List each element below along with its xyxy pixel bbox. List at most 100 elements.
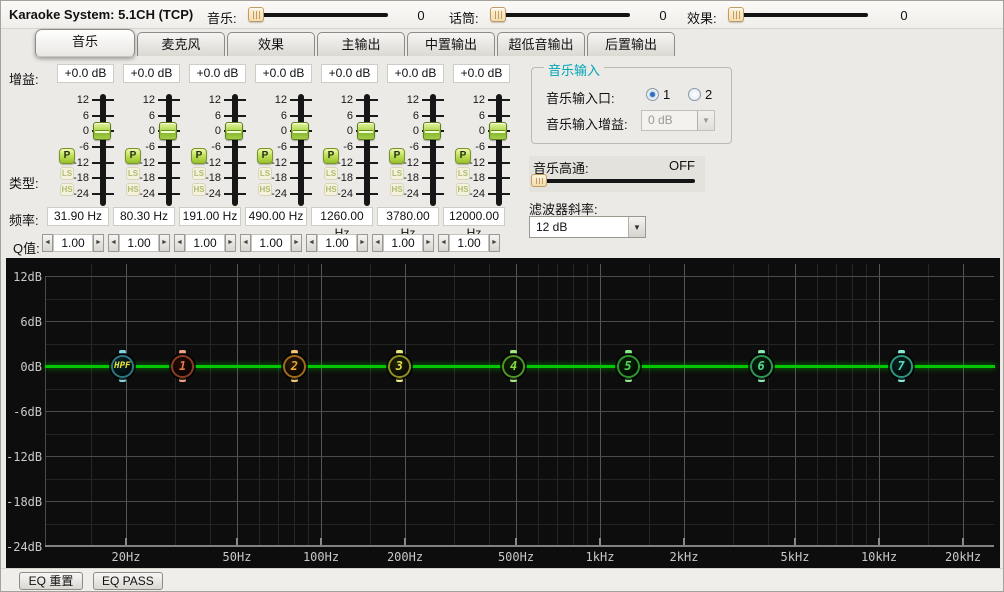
eq-point-6[interactable]: 6 [750, 355, 773, 378]
eq-point-3[interactable]: 3 [388, 355, 411, 378]
channel-2-gain-display[interactable]: +0.0 dB [123, 64, 180, 83]
eq-point-2-upper-handle[interactable] [291, 350, 298, 354]
highpass-slider-thumb[interactable] [531, 174, 547, 187]
channel-6-q-value[interactable]: 1.00 [383, 234, 423, 252]
channel-7-p-button[interactable]: P [455, 148, 471, 164]
channel-5-ls-button[interactable]: LS [324, 167, 338, 180]
channel-6-hs-button[interactable]: HS [390, 183, 404, 196]
eq-point-7[interactable]: 7 [890, 355, 913, 378]
topbar-effect-slider[interactable] [730, 13, 868, 17]
eq-point-2[interactable]: 2 [283, 355, 306, 378]
channel-5-fader-thumb[interactable] [357, 122, 375, 140]
tab-main-output[interactable]: 主输出 [317, 32, 405, 56]
input-port-radio-1[interactable] [646, 88, 659, 101]
topbar-music-slider-thumb[interactable] [248, 7, 264, 22]
eq-point-hpf[interactable]: HPF [111, 355, 134, 378]
channel-2-fader-thumb[interactable] [159, 122, 177, 140]
channel-1-gain-display[interactable]: +0.0 dB [57, 64, 114, 83]
eq-graph[interactable]: 20Hz50Hz100Hz200Hz500Hz1kHz2kHz5kHz10kHz… [6, 258, 1000, 568]
channel-7-q-increase-button[interactable]: ► [489, 234, 500, 252]
channel-7-freq-display[interactable]: 12000.00 Hz [443, 207, 505, 226]
channel-4-q-increase-button[interactable]: ► [291, 234, 302, 252]
channel-4-freq-display[interactable]: 490.00 Hz [245, 207, 307, 226]
channel-3-fader-track[interactable] [232, 94, 238, 206]
channel-2-q-value[interactable]: 1.00 [119, 234, 159, 252]
channel-1-ls-button[interactable]: LS [60, 167, 74, 180]
channel-6-freq-display[interactable]: 3780.00 Hz [377, 207, 439, 226]
channel-6-gain-display[interactable]: +0.0 dB [387, 64, 444, 83]
channel-3-freq-display[interactable]: 191.00 Hz [179, 207, 241, 226]
channel-3-fader-thumb[interactable] [225, 122, 243, 140]
topbar-effect-slider-thumb[interactable] [728, 7, 744, 22]
input-port-radio-2[interactable] [688, 88, 701, 101]
eq-point-4-upper-handle[interactable] [510, 350, 517, 354]
eq-pass-button[interactable]: EQ PASS [93, 572, 163, 590]
channel-3-q-decrease-button[interactable]: ◄ [174, 234, 185, 252]
channel-1-fader-track[interactable] [100, 94, 106, 206]
channel-3-q-increase-button[interactable]: ► [225, 234, 236, 252]
tab-subwoofer-output[interactable]: 超低音输出 [497, 32, 585, 56]
topbar-mic-slider[interactable] [492, 13, 630, 17]
eq-point-3-upper-handle[interactable] [396, 350, 403, 354]
channel-5-gain-display[interactable]: +0.0 dB [321, 64, 378, 83]
channel-1-q-decrease-button[interactable]: ◄ [42, 234, 53, 252]
channel-6-q-increase-button[interactable]: ► [423, 234, 434, 252]
channel-3-ls-button[interactable]: LS [192, 167, 206, 180]
eq-point-5-lower-handle[interactable] [625, 378, 632, 382]
tab-music[interactable]: 音乐 [35, 29, 135, 57]
topbar-mic-slider-thumb[interactable] [490, 7, 506, 22]
channel-1-p-button[interactable]: P [59, 148, 75, 164]
channel-4-fader-track[interactable] [298, 94, 304, 206]
channel-1-hs-button[interactable]: HS [60, 183, 74, 196]
channel-7-q-value[interactable]: 1.00 [449, 234, 489, 252]
eq-point-hpf-upper-handle[interactable] [119, 350, 126, 354]
channel-1-fader-thumb[interactable] [93, 122, 111, 140]
input-gain-dropdown[interactable]: 0 dB ▼ [641, 110, 715, 131]
channel-7-hs-button[interactable]: HS [456, 183, 470, 196]
channel-4-gain-display[interactable]: +0.0 dB [255, 64, 312, 83]
channel-2-hs-button[interactable]: HS [126, 183, 140, 196]
channel-2-q-decrease-button[interactable]: ◄ [108, 234, 119, 252]
eq-point-hpf-lower-handle[interactable] [119, 378, 126, 382]
eq-point-1-lower-handle[interactable] [179, 378, 186, 382]
eq-point-1[interactable]: 1 [171, 355, 194, 378]
eq-point-7-upper-handle[interactable] [898, 350, 905, 354]
eq-reset-button[interactable]: EQ 重置 [19, 572, 83, 590]
tab-center-output[interactable]: 中置输出 [407, 32, 495, 56]
channel-1-q-increase-button[interactable]: ► [93, 234, 104, 252]
channel-4-hs-button[interactable]: HS [258, 183, 272, 196]
channel-4-p-button[interactable]: P [257, 148, 273, 164]
channel-3-gain-display[interactable]: +0.0 dB [189, 64, 246, 83]
channel-7-q-decrease-button[interactable]: ◄ [438, 234, 449, 252]
channel-6-p-button[interactable]: P [389, 148, 405, 164]
channel-5-fader-track[interactable] [364, 94, 370, 206]
eq-point-5-upper-handle[interactable] [625, 350, 632, 354]
channel-2-ls-button[interactable]: LS [126, 167, 140, 180]
channel-2-q-increase-button[interactable]: ► [159, 234, 170, 252]
eq-point-2-lower-handle[interactable] [291, 378, 298, 382]
channel-2-p-button[interactable]: P [125, 148, 141, 164]
channel-2-freq-display[interactable]: 80.30 Hz [113, 207, 175, 226]
filter-slope-dropdown[interactable]: 12 dB ▼ [529, 216, 646, 238]
channel-6-q-decrease-button[interactable]: ◄ [372, 234, 383, 252]
channel-4-ls-button[interactable]: LS [258, 167, 272, 180]
channel-3-hs-button[interactable]: HS [192, 183, 206, 196]
eq-point-1-upper-handle[interactable] [179, 350, 186, 354]
eq-point-6-upper-handle[interactable] [758, 350, 765, 354]
eq-point-5[interactable]: 5 [617, 355, 640, 378]
channel-4-fader-thumb[interactable] [291, 122, 309, 140]
tab-effect[interactable]: 效果 [227, 32, 315, 56]
channel-4-q-decrease-button[interactable]: ◄ [240, 234, 251, 252]
channel-5-q-decrease-button[interactable]: ◄ [306, 234, 317, 252]
channel-5-freq-display[interactable]: 1260.00 Hz [311, 207, 373, 226]
channel-3-q-value[interactable]: 1.00 [185, 234, 225, 252]
channel-5-q-value[interactable]: 1.00 [317, 234, 357, 252]
channel-3-p-button[interactable]: P [191, 148, 207, 164]
tab-microphone[interactable]: 麦克风 [137, 32, 225, 56]
eq-point-4-lower-handle[interactable] [510, 378, 517, 382]
eq-point-4[interactable]: 4 [502, 355, 525, 378]
channel-5-hs-button[interactable]: HS [324, 183, 338, 196]
channel-2-fader-track[interactable] [166, 94, 172, 206]
channel-5-p-button[interactable]: P [323, 148, 339, 164]
channel-6-fader-track[interactable] [430, 94, 436, 206]
